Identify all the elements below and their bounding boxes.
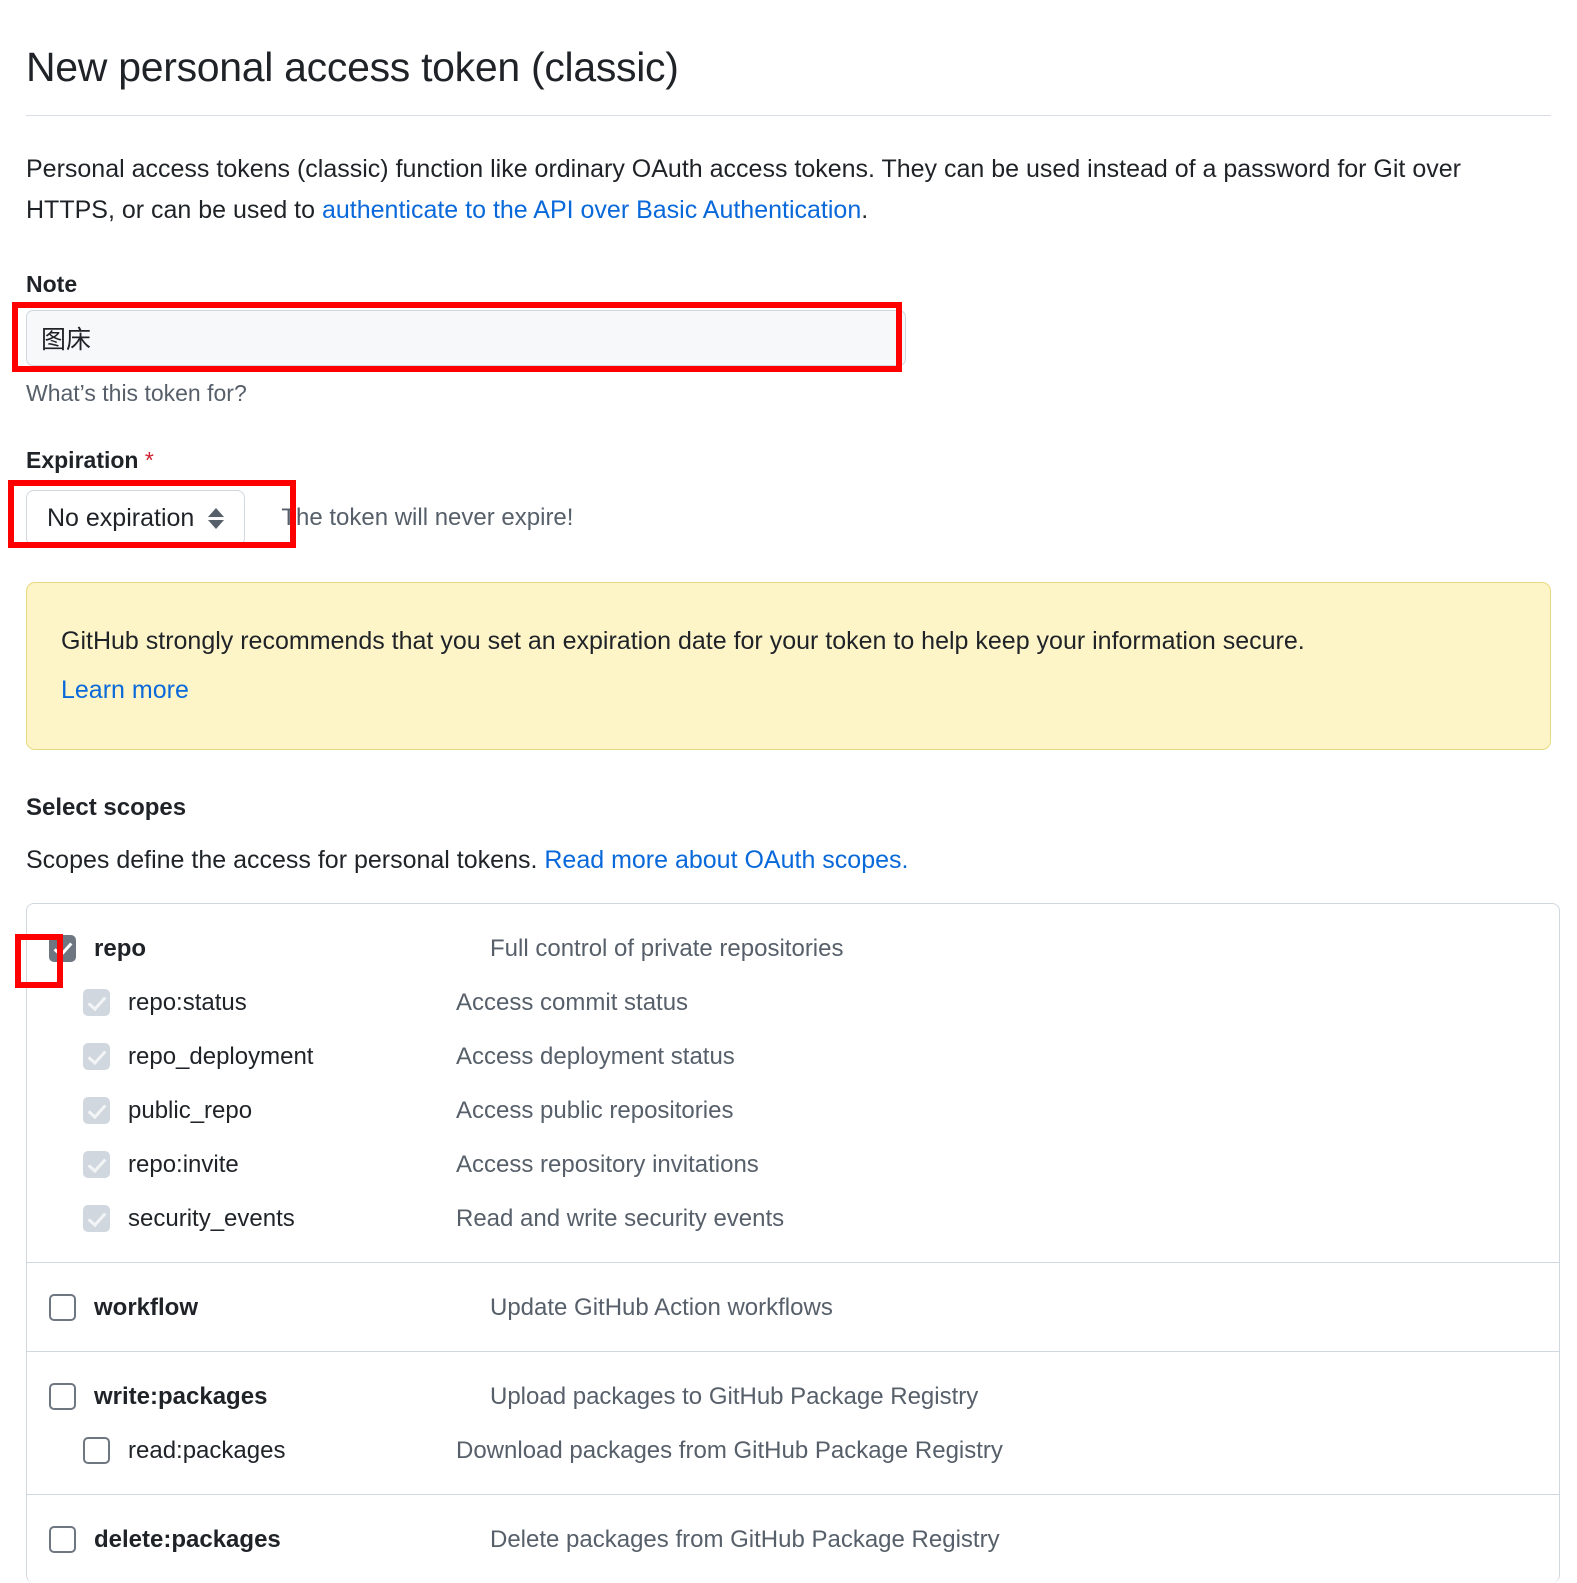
scope-row-security-events[interactable]: security_events Read and write security e… (27, 1192, 1559, 1246)
select-scopes-title: Select scopes (26, 793, 187, 821)
scope-description: Delete packages from GitHub Package Regi… (490, 1525, 1000, 1553)
expiration-row: No expiration The token will never expir… (8, 480, 1577, 550)
scope-name: repo:status (128, 988, 247, 1016)
scope-description: Access public repositories (456, 1096, 734, 1124)
checkbox-delete-packages[interactable] (49, 1526, 76, 1554)
scope-row-repo-deployment[interactable]: repo_deployment Access deployment status (27, 1030, 1559, 1084)
scope-description: Full control of private repositories (490, 934, 844, 962)
scope-name: workflow (94, 1293, 199, 1321)
note-field-wrap (12, 302, 906, 373)
note-helper-text: What’s this token for? (26, 380, 247, 407)
scope-name: repo:invite (128, 1150, 239, 1178)
checkbox-repo[interactable] (49, 935, 76, 963)
scopes-subtitle-text: Scopes define the access for personal to… (26, 845, 545, 874)
scope-name: write:packages (94, 1382, 268, 1410)
warning-text: GitHub strongly recommends that you set … (61, 627, 1305, 656)
scope-row-repo-invite[interactable]: repo:invite Access repository invitations (27, 1138, 1559, 1192)
scope-group: write:packages Upload packages to GitHub … (27, 1350, 1559, 1494)
scope-name: repo (94, 934, 147, 962)
expiration-label-text: Expiration (26, 447, 139, 474)
checkbox-public-repo (83, 1097, 110, 1125)
checkbox-repo-status (83, 989, 110, 1017)
checkbox-security-events (83, 1205, 110, 1233)
scope-description: Update GitHub Action workflows (490, 1293, 833, 1321)
scope-row-repo-status[interactable]: repo:status Access commit status (27, 976, 1559, 1030)
scope-row-public-repo[interactable]: public_repo Access public repositories (27, 1084, 1559, 1138)
checkbox-read-packages[interactable] (83, 1437, 110, 1465)
scope-group: delete:packages Delete packages from GitH… (27, 1493, 1559, 1583)
scope-group: workflow Update GitHub Action workflows (27, 1261, 1559, 1351)
intro-text-after: . (861, 196, 869, 225)
required-asterisk: * (144, 447, 154, 474)
scope-description: Upload packages to GitHub Package Regist… (490, 1382, 979, 1410)
scope-description: Access repository invitations (456, 1150, 759, 1178)
scope-description: Download packages from GitHub Package Re… (456, 1436, 1003, 1464)
checkbox-write-packages[interactable] (49, 1383, 76, 1411)
scope-description: Access commit status (456, 988, 689, 1016)
title-divider (26, 115, 1551, 117)
scope-row-repo[interactable]: repo Full control of private repositories (27, 922, 1559, 976)
checkbox-workflow[interactable] (49, 1294, 76, 1322)
scope-name: read:packages (128, 1436, 286, 1464)
scope-row-workflow[interactable]: workflow Update GitHub Action workflows (27, 1281, 1559, 1335)
expiration-selected-value: No expiration (47, 503, 195, 532)
oauth-scopes-link[interactable]: Read more about OAuth scopes. (544, 846, 908, 874)
scope-group: repo Full control of private repositories… (27, 904, 1559, 1262)
scope-name: security_events (128, 1204, 295, 1232)
scope-name: public_repo (128, 1096, 253, 1124)
select-scopes-subtitle: Scopes define the access for personal to… (26, 846, 1577, 875)
page-title: New personal access token (classic) (26, 44, 679, 90)
learn-more-link[interactable]: Learn more (61, 676, 189, 705)
intro-paragraph: Personal access tokens (classic) functio… (26, 149, 1536, 231)
basic-auth-link[interactable]: authenticate to the API over Basic Authe… (322, 196, 861, 224)
scope-row-write-packages[interactable]: write:packages Upload packages to GitHub … (27, 1370, 1559, 1424)
scope-name: repo_deployment (128, 1042, 314, 1070)
expiration-label: Expiration * (26, 447, 1577, 474)
checkbox-repo-deployment (83, 1043, 110, 1071)
scopes-panel: repo Full control of private repositories… (26, 902, 1560, 1583)
scope-description: Access deployment status (456, 1042, 735, 1070)
scope-row-read-packages[interactable]: read:packages Download packages from GitH… (27, 1424, 1559, 1478)
checkbox-repo-invite (83, 1151, 110, 1179)
scope-name: delete:packages (94, 1525, 281, 1553)
note-label: Note (26, 271, 78, 298)
select-updown-icon (208, 507, 225, 529)
expiration-select[interactable]: No expiration (26, 490, 246, 547)
scope-description: Read and write security events (456, 1204, 785, 1232)
scope-row-delete-packages[interactable]: delete:packages Delete packages from GitH… (27, 1513, 1559, 1567)
note-input[interactable] (26, 310, 906, 367)
expiration-note: The token will never expire! (281, 504, 574, 532)
expiration-warning-banner: GitHub strongly recommends that you set … (26, 582, 1551, 750)
